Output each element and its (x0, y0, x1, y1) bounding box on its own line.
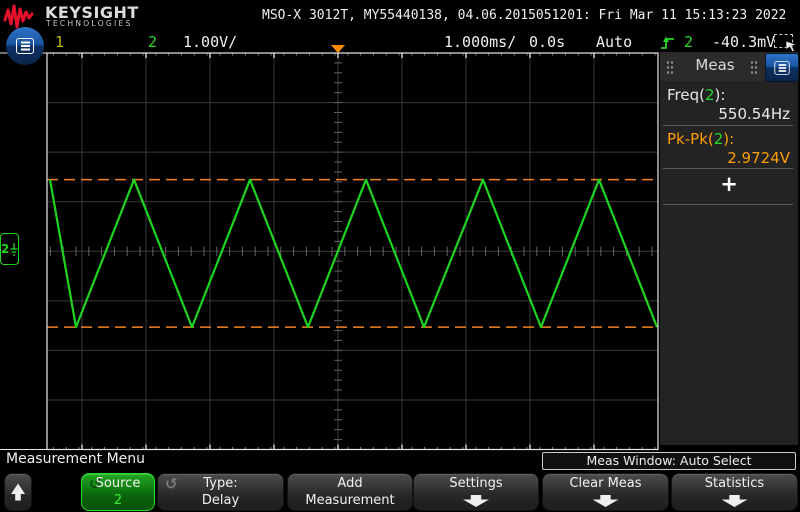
measurement-panel: Meas Freq(2): 550.54Hz Pk-Pk(2): 2.9724V… (660, 52, 798, 445)
instrument-title: MSO-X 3012T, MY55440138, 04.06.201505120… (262, 8, 786, 23)
divider (663, 204, 793, 205)
channel2-marker-label: 2 (1, 242, 9, 256)
channel2-label[interactable]: 2 (148, 33, 157, 51)
softkey-source[interactable]: ↺ Source 2 (81, 473, 155, 511)
trigger-level[interactable]: -40.3mV (712, 33, 775, 51)
softkey-menu-title: Measurement Menu (6, 451, 145, 467)
keysight-spark-icon (3, 2, 43, 30)
trigger-source[interactable]: 2 (684, 33, 693, 51)
down-arrow-icon (463, 495, 489, 507)
freq-measurement-label[interactable]: Freq(2): (667, 86, 725, 104)
measurement-panel-header[interactable]: Meas (660, 52, 798, 81)
channel2-scale[interactable]: 1.00V/ (183, 33, 237, 51)
ground-icon (10, 242, 18, 257)
panel-title: Meas (660, 56, 770, 74)
divider (663, 168, 793, 169)
divider (663, 125, 793, 126)
pkpk-measurement-label[interactable]: Pk-Pk(2): (667, 130, 734, 148)
menu-icon (16, 38, 34, 54)
down-arrow-icon (593, 495, 619, 507)
add-measurement-button[interactable]: + (660, 172, 798, 196)
softkey-statistics[interactable]: Statistics (671, 473, 798, 511)
softkey-add-measurement[interactable]: Add Measurement (287, 473, 413, 511)
timebase-scale[interactable]: 1.000ms/ (444, 33, 516, 51)
trigger-edge-icon[interactable] (660, 34, 676, 51)
panel-menu-button[interactable] (765, 53, 799, 82)
meas-window-selector[interactable]: Meas Window: Auto Select (542, 452, 796, 470)
freq-measurement-value: 550.54Hz (718, 105, 790, 123)
main-menu-button[interactable] (6, 27, 44, 65)
pkpk-measurement-value: 2.9724V (727, 149, 790, 167)
brand-sub: TECHNOLOGIES (46, 19, 133, 28)
channel2-ground-marker[interactable]: 2 (0, 233, 19, 265)
acquisition-mode[interactable]: Auto (596, 33, 632, 51)
up-arrow-icon (11, 484, 25, 501)
trigger-position-marker (331, 45, 345, 53)
softkey-clear-meas[interactable]: Clear Meas (542, 473, 669, 511)
horizontal-delay[interactable]: 0.0s (529, 33, 565, 51)
menu-icon (774, 61, 789, 75)
oscilloscope-screen: KEYSIGHT TECHNOLOGIES MSO-X 3012T, MY554… (0, 0, 800, 512)
channel1-label[interactable]: 1 (55, 33, 64, 51)
down-arrow-icon (722, 495, 748, 507)
softkey-type[interactable]: ↺ Type: Delay (157, 473, 284, 511)
softkey-settings[interactable]: Settings (413, 473, 539, 511)
back-softkey[interactable] (4, 473, 32, 511)
